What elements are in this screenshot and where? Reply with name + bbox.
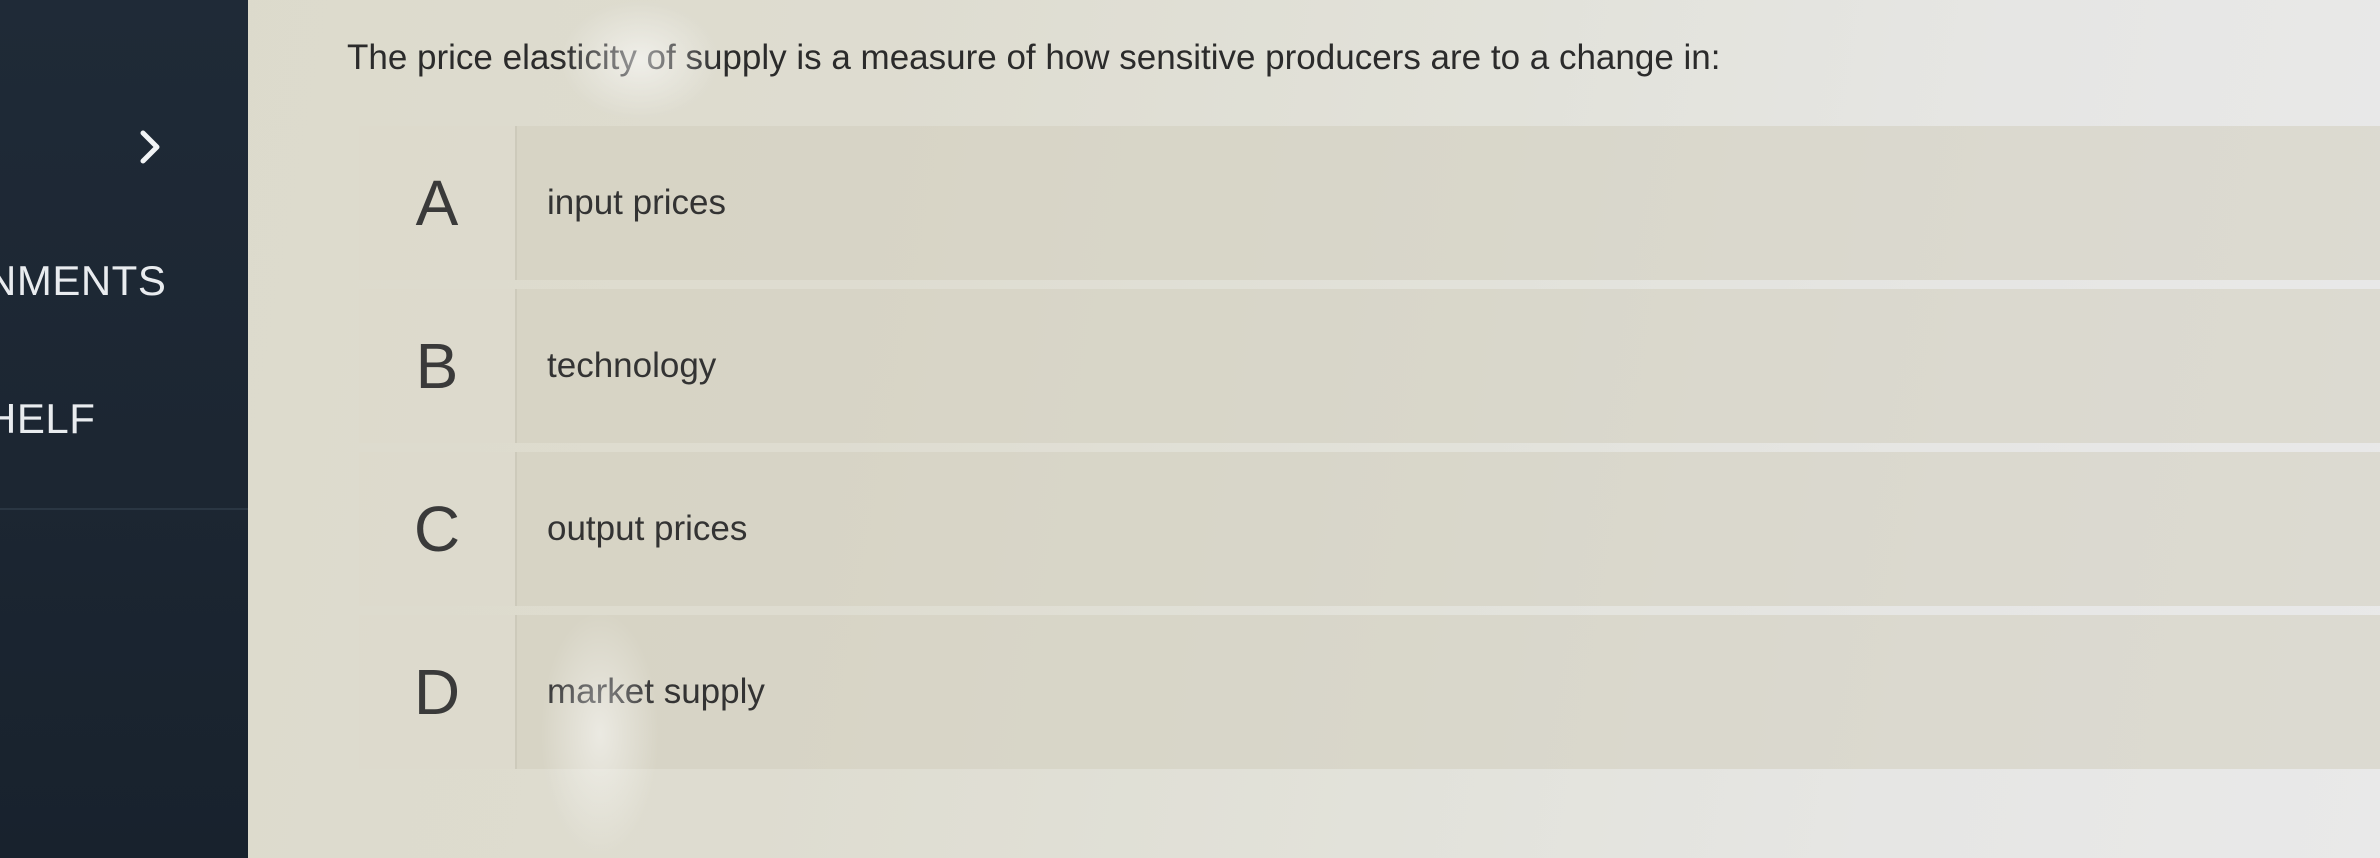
option-text: input prices: [547, 183, 726, 222]
option-letter: A: [359, 126, 517, 280]
sidebar-item-assignments[interactable]: NMENTS: [0, 257, 166, 305]
option-text: output prices: [547, 509, 748, 548]
option-text: market supply: [547, 672, 765, 711]
sidebar: NMENTS HELF: [0, 0, 248, 858]
option-letter: C: [359, 452, 517, 606]
option-c[interactable]: C output prices: [359, 452, 2380, 606]
option-text: technology: [547, 346, 717, 385]
option-letter: D: [359, 615, 517, 769]
sidebar-item-bookshelf[interactable]: HELF: [0, 395, 95, 443]
question-text: The price elasticity of supply is a meas…: [347, 38, 1721, 77]
chevron-right-icon[interactable]: [136, 127, 164, 167]
answer-options: A input prices B technology C output pri…: [359, 126, 2380, 778]
option-b[interactable]: B technology: [359, 289, 2380, 443]
option-d[interactable]: D market supply: [359, 615, 2380, 769]
option-a[interactable]: A input prices: [359, 126, 2380, 280]
option-letter: B: [359, 289, 517, 443]
sidebar-divider: [0, 508, 248, 510]
